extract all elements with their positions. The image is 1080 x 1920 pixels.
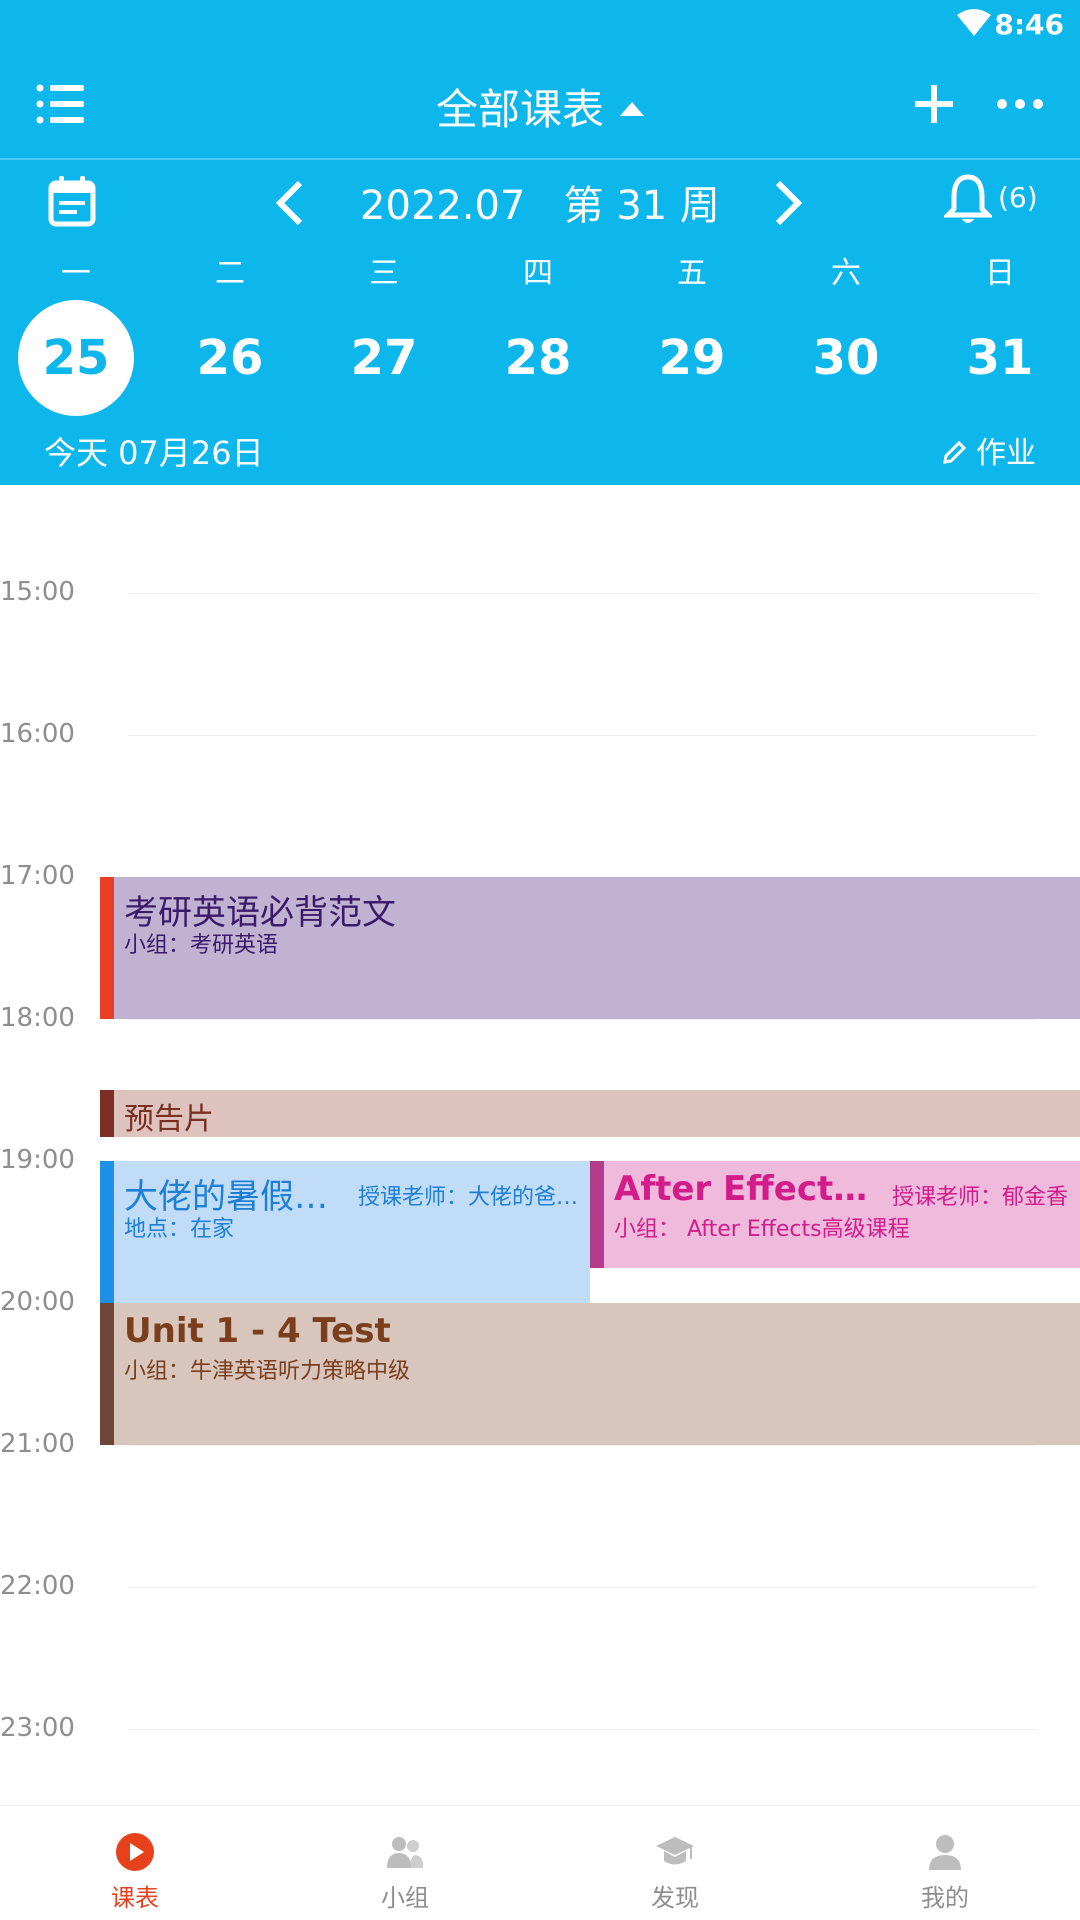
date-cell[interactable]: 30: [788, 300, 904, 416]
weekday-label: 一: [61, 256, 91, 291]
bell-icon[interactable]: [944, 173, 992, 229]
date-row: 25 26 27 28 29 30 31: [0, 300, 1080, 416]
course-event[interactable]: 预告片: [100, 1090, 1080, 1138]
hour-gridline: [128, 593, 1036, 594]
weekday-row: 一二三四五六日: [0, 248, 1080, 294]
event-color-bar: [100, 877, 114, 1019]
event-color-bar: [590, 1161, 604, 1268]
weekday-label: 六: [831, 256, 861, 291]
hour-label: 17:00: [0, 861, 75, 891]
hour-gridline: [128, 1445, 1036, 1446]
notification-count: (6): [998, 181, 1038, 214]
date-cell[interactable]: 25: [18, 300, 134, 416]
course-event[interactable]: Unit 1 - 4 Test 小组：牛津英语听力策略中级: [100, 1303, 1080, 1445]
event-title: After Effect…: [614, 1169, 868, 1209]
more-icon[interactable]: [996, 98, 1044, 110]
caret-up-icon: [620, 101, 644, 116]
bottom-nav: 课表 小组 发现 我的: [0, 1805, 1080, 1920]
hour-gridline: [128, 1019, 1036, 1020]
app-header: 8:46 全部课表 2022.07 第 31 周 (6) 一 二 三 四 五 六…: [0, 0, 1080, 485]
nav-label: 发现: [651, 1884, 699, 1912]
course-event[interactable]: 考研英语必背范文 小组：考研英语: [100, 877, 1080, 1019]
person-icon: [925, 1832, 965, 1872]
calendar-icon[interactable]: [48, 175, 96, 227]
homework-button[interactable]: 作业: [942, 428, 1036, 472]
hour-label: 18:00: [0, 1003, 75, 1033]
hour-gridline: [128, 1587, 1036, 1588]
event-color-bar: [100, 1161, 114, 1303]
toolbar: 全部课表: [0, 56, 1080, 156]
timeline[interactable]: 15:00 16:00 17:00 18:00 19:00 20:00 21:00 22:00…: [0, 485, 1080, 1805]
wifi-icon: [957, 9, 991, 36]
hour-label: 21:00: [0, 1429, 75, 1459]
chevron-left-icon[interactable]: [270, 179, 310, 227]
weekday-label: 四: [523, 256, 553, 291]
event-teacher: 授课老师：大佬的爸…: [357, 1185, 578, 1210]
date-cell[interactable]: 26: [172, 300, 288, 416]
event-color-bar: [100, 1303, 114, 1445]
weekday-label: 日: [985, 256, 1015, 291]
event-color-bar: [100, 1090, 114, 1138]
event-title: 预告片: [124, 1102, 214, 1137]
weekday-label: 五: [677, 256, 707, 291]
nav-item[interactable]: 小组: [270, 1806, 540, 1920]
nav-label: 课表: [111, 1884, 159, 1912]
status-bar: 8:46: [0, 0, 1080, 50]
chevron-right-icon[interactable]: [768, 179, 808, 227]
header-divider: [0, 158, 1080, 160]
today-label: 今天 07月26日: [44, 434, 264, 472]
group-icon: [385, 1832, 425, 1872]
event-subtitle: 地点：在家: [124, 1217, 235, 1242]
date-cell[interactable]: 27: [326, 300, 442, 416]
hour-label: 22:00: [0, 1571, 75, 1601]
hour-gridline: [128, 735, 1036, 736]
course-event[interactable]: After Effect… 授课老师：郁金香小组： After Effects高级…: [590, 1161, 1080, 1268]
nav-item[interactable]: 课表: [0, 1806, 270, 1920]
hour-label: 15:00: [0, 577, 75, 607]
nav-label: 我的: [921, 1884, 969, 1912]
week-title: 2022.07 第 31 周: [360, 183, 720, 229]
course-event[interactable]: 大佬的暑假… 授课老师：大佬的爸… 地点：在家: [100, 1161, 590, 1303]
status-time: 8:46: [994, 8, 1064, 41]
add-icon[interactable]: [912, 82, 956, 126]
hour-gridline: [128, 1729, 1036, 1730]
weekday-label: 三: [369, 256, 399, 291]
pencil-icon: [943, 440, 967, 464]
week-navigator: 2022.07 第 31 周 (6): [0, 165, 1080, 241]
nav-item[interactable]: 我的: [810, 1806, 1080, 1920]
date-cell[interactable]: 31: [942, 300, 1058, 416]
event-subtitle: 小组： After Effects高级课程: [614, 1217, 910, 1242]
hour-label: 20:00: [0, 1287, 75, 1317]
graduation-cap-icon: [655, 1832, 695, 1872]
event-title: Unit 1 - 4 Test: [124, 1311, 391, 1351]
event-teacher: 授课老师：郁金香: [891, 1185, 1068, 1210]
event-subtitle: 小组：考研英语: [124, 933, 279, 958]
play-circle-icon: [115, 1832, 155, 1872]
event-subtitle: 小组：牛津英语听力策略中级: [124, 1359, 411, 1384]
hour-label: 23:00: [0, 1713, 75, 1743]
nav-item[interactable]: 发现: [540, 1806, 810, 1920]
hour-label: 16:00: [0, 719, 75, 749]
nav-label: 小组: [381, 1884, 429, 1912]
date-cell[interactable]: 28: [480, 300, 596, 416]
page-title: 全部课表: [435, 85, 604, 134]
homework-label: 作业: [976, 436, 1036, 471]
date-cell[interactable]: 29: [634, 300, 750, 416]
hour-label: 19:00: [0, 1145, 75, 1175]
weekday-label: 二: [215, 256, 245, 291]
